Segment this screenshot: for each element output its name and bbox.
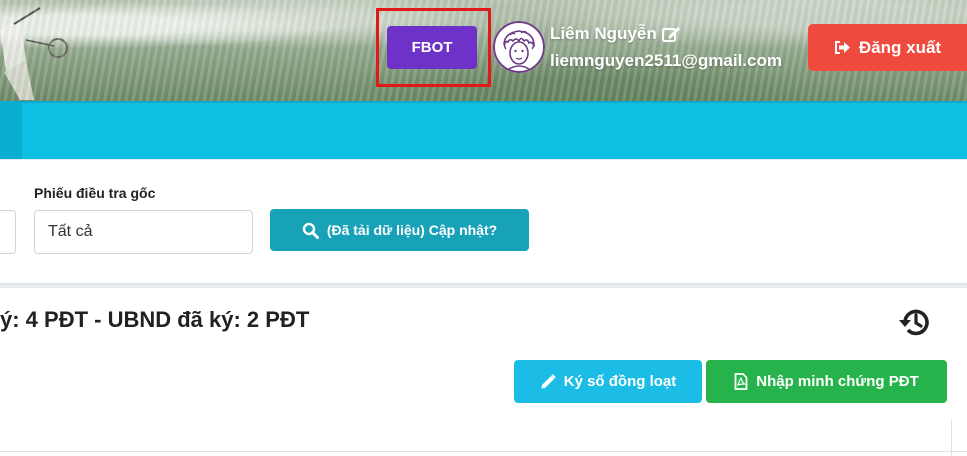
- cyclist-figure-image: [0, 7, 68, 100]
- sign-out-icon: [834, 41, 850, 54]
- user-name: Liêm Nguyễn: [550, 24, 681, 44]
- nav-tab[interactable]: [0, 103, 22, 159]
- signature-summary-title: ý: 4 PĐT - UBND đã ký: 2 PĐT: [0, 307, 310, 332]
- left-filter-field[interactable]: [0, 210, 16, 254]
- survey-form-label: Phiếu điều tra gốc: [34, 185, 156, 201]
- divider: [0, 451, 967, 452]
- fbot-highlight-box: [376, 8, 491, 87]
- import-evidence-button[interactable]: Nhập minh chứng PĐT: [706, 360, 947, 403]
- avatar[interactable]: [493, 21, 545, 73]
- nav-bar: [0, 101, 967, 159]
- user-email: liemnguyen2511@gmail.com: [550, 51, 782, 70]
- update-data-label: (Đã tải dữ liệu) Cập nhật?: [326, 222, 498, 238]
- pencil-icon: [541, 373, 556, 388]
- pdf-file-icon: [734, 373, 748, 390]
- update-data-button[interactable]: (Đã tải dữ liệu) Cập nhật?: [270, 209, 529, 251]
- user-avatar-icon: [493, 21, 545, 73]
- logout-button[interactable]: Đăng xuất: [808, 24, 967, 71]
- logout-label: Đăng xuất: [858, 37, 942, 57]
- edit-profile-icon[interactable]: [661, 26, 681, 43]
- import-evidence-label: Nhập minh chứng PĐT: [756, 373, 919, 390]
- history-icon[interactable]: [897, 303, 935, 341]
- batch-sign-label: Ký số đồng loạt: [563, 373, 677, 390]
- user-name-text: Liêm Nguyễn: [550, 24, 657, 43]
- survey-form-select[interactable]: Tất cả: [34, 210, 253, 254]
- search-icon: [302, 222, 319, 239]
- batch-sign-button[interactable]: Ký số đồng loạt: [514, 360, 702, 403]
